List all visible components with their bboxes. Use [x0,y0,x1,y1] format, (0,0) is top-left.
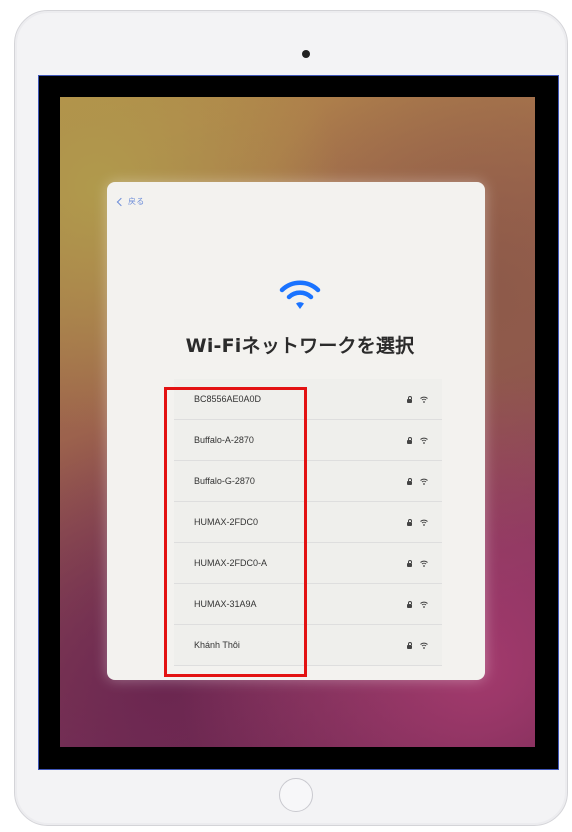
wifi-icon [279,280,321,309]
back-button[interactable]: 戻る [116,196,145,207]
network-list-highlight [164,387,307,677]
wifi-icon [420,519,428,526]
lock-icon [407,436,412,444]
chevron-left-icon [116,197,126,206]
wifi-icon [420,437,428,444]
lock-icon [407,641,412,649]
wifi-icon [420,478,428,485]
lock-icon [407,600,412,608]
lock-icon [407,395,412,403]
wifi-icon [420,396,428,403]
front-camera [302,50,310,58]
back-label: 戻る [128,197,145,206]
page-title: Wi-Fiネットワークを選択 [185,335,415,357]
lock-icon [407,559,412,567]
wifi-icon [420,560,428,567]
lock-icon [407,518,412,526]
wifi-icon [420,642,428,649]
wifi-icon [420,601,428,608]
lock-icon [407,477,412,485]
home-button[interactable] [279,778,313,812]
